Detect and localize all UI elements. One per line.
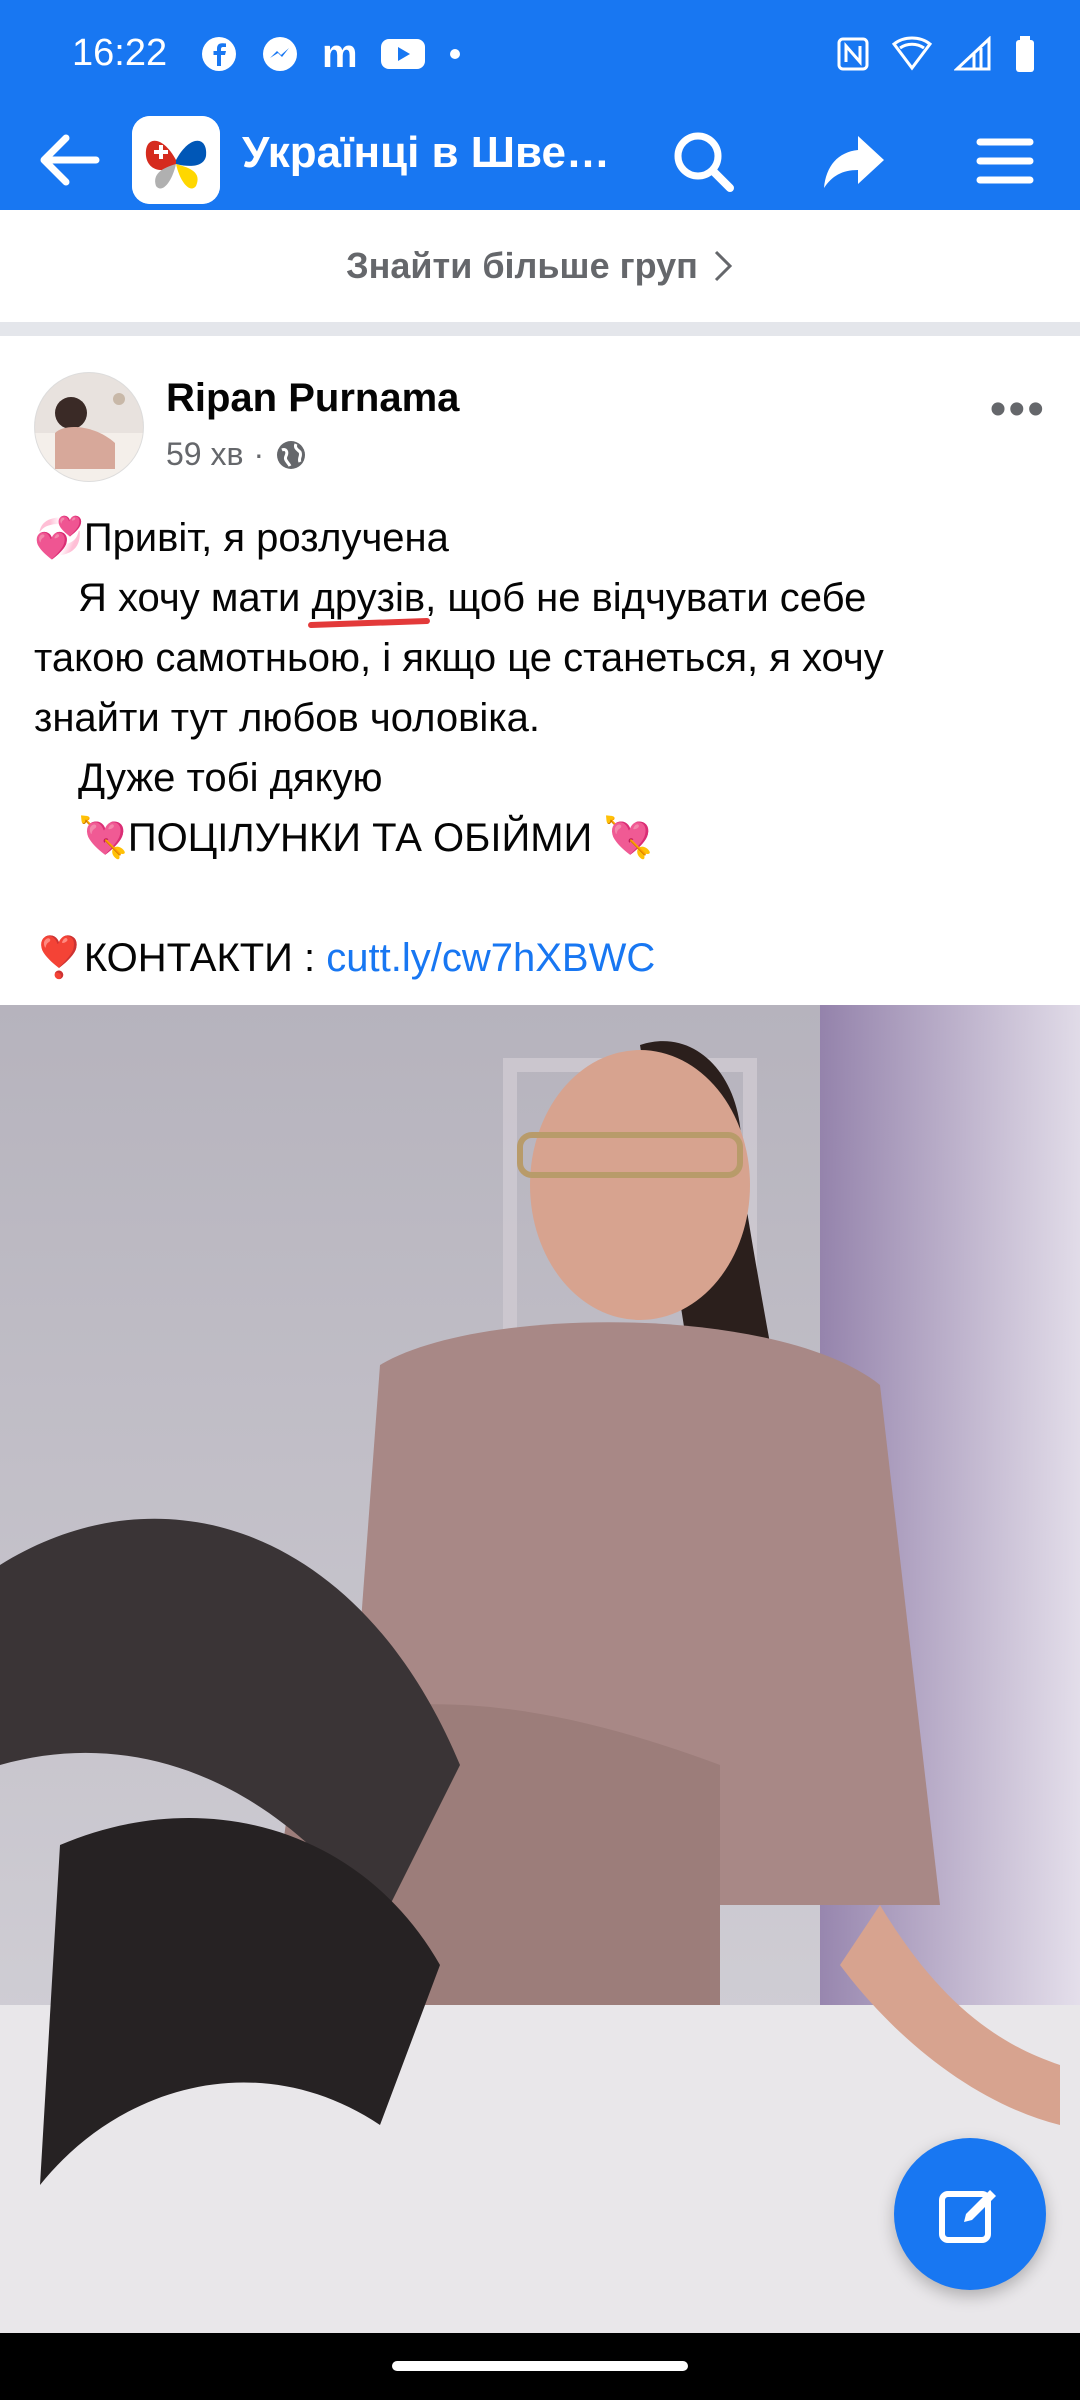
- menu-icon[interactable]: [970, 126, 1040, 196]
- chevron-right-icon: [714, 250, 732, 282]
- system-navigation-bar: [0, 2333, 1080, 2400]
- post-author[interactable]: Ripan Purnama: [166, 376, 459, 421]
- compose-icon: [939, 2190, 996, 2243]
- underlined-word: друзів: [311, 576, 426, 620]
- avatar-image: [35, 373, 143, 481]
- heart-emoji: ❣️: [34, 936, 84, 980]
- text-line-2: Я хочу мати друзів, щоб не відчувати себ…: [78, 576, 867, 620]
- find-more-groups-label: Знайти більше груп: [346, 245, 698, 286]
- text-line-3: такою самотньою, і якщо це станеться, я …: [34, 636, 884, 680]
- post-meta: 59 хв ·: [166, 436, 308, 473]
- find-more-groups-button[interactable]: Знайти більше груп: [0, 210, 1080, 336]
- post-time[interactable]: 59 хв: [166, 436, 243, 473]
- dot-icon: [449, 49, 460, 59]
- wifi-icon: [892, 36, 932, 71]
- globe-icon: [277, 440, 306, 469]
- photo-image: [0, 1005, 1080, 2333]
- youtube-icon: [380, 39, 425, 69]
- post-photo[interactable]: [0, 1005, 1080, 2333]
- nfc-icon: [837, 37, 869, 71]
- cupid-emoji-2: 💘: [603, 816, 654, 860]
- post-text: 💞Привіт, я розлучена Я хочу мати друзів,…: [34, 508, 1044, 988]
- battery-icon: [1016, 36, 1034, 72]
- search-icon[interactable]: [668, 126, 738, 196]
- status-right-icons: [836, 32, 1036, 76]
- top-bar: 16:22 m Українці в Шве…: [0, 0, 1080, 210]
- author-avatar[interactable]: [34, 372, 144, 482]
- app-bar: Українці в Шве…: [0, 110, 1080, 210]
- cupid-emoji: 💘: [78, 816, 128, 860]
- home-gesture-handle[interactable]: [392, 2361, 688, 2371]
- status-time: 16:22: [72, 32, 168, 74]
- back-arrow-icon[interactable]: [36, 130, 100, 190]
- meta-separator: ·: [253, 436, 265, 472]
- compose-fab[interactable]: [894, 2138, 1046, 2290]
- status-bar: 16:22 m: [0, 0, 1080, 110]
- text-line-1: 💞Привіт, я розлучена: [34, 516, 449, 560]
- m-icon: m: [322, 32, 358, 76]
- contact-link[interactable]: cutt.ly/cw7hXBWC: [326, 936, 655, 980]
- text-line-contacts: ❣️КОНТАКТИ : cutt.ly/cw7hXBWC: [34, 936, 656, 980]
- hearts-emoji: 💞: [34, 516, 84, 560]
- facebook-icon: [202, 37, 236, 71]
- messenger-icon: [263, 37, 297, 71]
- share-icon[interactable]: [820, 126, 890, 196]
- group-title[interactable]: Українці в Шве…: [242, 128, 610, 178]
- text-line-4: знайти тут любов чоловіка.: [34, 696, 540, 740]
- text-line-5: Дуже тобі дякую: [78, 756, 383, 800]
- group-logo-icon: [132, 116, 220, 204]
- more-options-button[interactable]: •••: [990, 382, 1046, 437]
- group-avatar[interactable]: [132, 116, 220, 204]
- signal-icon: [954, 36, 991, 71]
- notification-icons: m: [200, 32, 462, 76]
- text-line-6: 💘ПОЦІЛУНКИ ТА ОБІЙМИ 💘: [78, 816, 654, 860]
